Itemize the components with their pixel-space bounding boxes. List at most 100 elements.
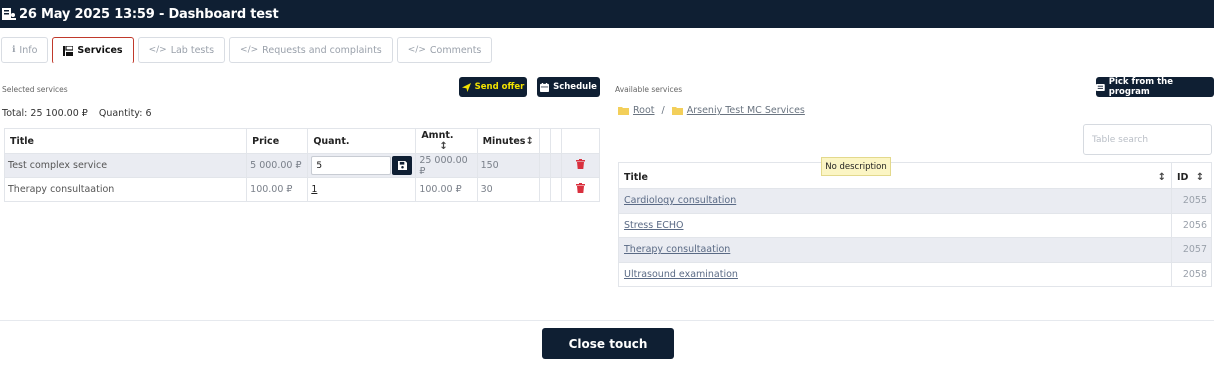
delete-cell [560,153,601,178]
send-offer-button[interactable]: Send offer [459,77,527,97]
service-link[interactable]: Cardiology consultation [624,195,736,206]
list-box-icon [1096,83,1105,91]
service-title-cell: Stress ECHO [618,212,1172,238]
quantity-cell: 1 [307,177,417,202]
sort-icon[interactable]: ↕ [1196,172,1204,183]
sort-icon[interactable]: ↕ [525,136,533,147]
quantity-editor [311,156,413,175]
page-title: 26 May 2025 13:59 - Dashboard test [19,6,279,22]
footer-divider [0,320,1214,321]
schedule-label: Schedule [553,82,597,92]
folder-icon [671,107,683,115]
empty-cell [538,177,551,202]
schedule-button[interactable]: Schedule [537,77,600,97]
code-icon: </> [148,45,167,55]
available-services-table: Title ↕ ID ↕ Cardiology consultation 205… [618,162,1212,287]
quantity-value[interactable]: 1 [311,184,317,195]
tab-label: Info [19,44,38,56]
breadcrumb-current[interactable]: Arseniy Test MC Services [687,105,805,116]
table-row: Test complex service 5 000.00 ₽ 25 000.0… [3,153,601,178]
trash-icon[interactable] [575,183,585,193]
tab-comments[interactable]: </> Comments [396,37,493,63]
send-icon [461,82,471,92]
service-id: 2057 [1171,237,1212,263]
code-icon: </> [240,45,259,55]
column-header-title-label: Title [624,172,648,183]
tab-bar: ℹ Info Services </> Lab tests </> Reques… [1,37,493,64]
trash-icon[interactable] [575,159,585,169]
service-link[interactable]: Therapy consultaation [624,244,730,255]
column-header-empty [538,128,551,154]
tab-requests-and-complaints[interactable]: </> Requests and complaints [229,37,393,63]
service-link[interactable]: Stress ECHO [624,220,683,231]
column-header-amnt[interactable]: Amnt. ↕ [415,128,478,154]
table-search-input[interactable] [1083,124,1212,155]
breadcrumb-root[interactable]: Root [633,105,655,116]
column-header-id-label: ID [1177,172,1189,183]
tab-lab-tests[interactable]: </> Lab tests [137,37,226,63]
tab-label: Comments [429,44,482,56]
user-card-icon [2,8,16,20]
table-row[interactable]: Ultrasound examination 2058 [618,261,1212,287]
selected-totals: Total: 25 100.00 ₽ Quantity: 6 [2,108,152,119]
sort-icon[interactable]: ↕ [1158,172,1166,183]
column-header-title[interactable]: Title [3,128,248,154]
column-header-price[interactable]: Price [246,128,309,154]
service-amount: 25 000.00 ₽ [415,153,478,178]
code-icon: </> [407,45,426,55]
column-header-id[interactable]: ID ↕ [1171,162,1212,189]
service-minutes: 150 [476,153,540,178]
breadcrumb-separator: / [661,105,665,116]
table-row[interactable]: Therapy consultaation 2057 [618,237,1212,263]
breadcrumb: Root / Arseniy Test MC Services [618,105,805,116]
service-title: Therapy consultaation [3,177,248,202]
tab-label: Lab tests [170,44,215,56]
table-row[interactable]: Stress ECHO 2056 [618,212,1212,238]
service-price: 5 000.00 ₽ [246,153,309,178]
column-header-empty [549,128,562,154]
column-header-actions [560,128,601,154]
tab-services[interactable]: Services [52,37,134,64]
quantity-input[interactable] [311,156,392,175]
empty-cell [549,153,562,178]
tab-info[interactable]: ℹ Info [1,37,49,63]
table-header-row: Title ↕ ID ↕ [618,162,1212,189]
pick-from-program-label: Pick from the program [1108,77,1173,97]
delete-cell [560,177,601,202]
empty-cell [549,177,562,202]
sort-icon[interactable]: ↕ [439,141,447,152]
service-amount: 100.00 ₽ [415,177,478,202]
layout-icon [63,45,74,56]
send-offer-label: Send offer [474,82,525,92]
tab-label: Requests and complaints [262,44,382,56]
column-header-minutes[interactable]: Minutes↕ [476,128,540,154]
info-icon: ℹ [12,45,16,55]
pick-from-program-button[interactable]: Pick from the program [1096,77,1214,97]
service-id: 2055 [1171,188,1212,214]
service-title-cell: Cardiology consultation [618,188,1172,214]
service-title: Test complex service [3,153,248,178]
tab-label: Services [77,45,123,56]
save-quantity-button[interactable] [392,156,413,175]
calendar-icon [540,82,550,92]
column-header-quant[interactable]: Quant. [307,128,417,154]
total-amount: Total: 25 100.00 ₽ [2,108,88,119]
available-services-label: Available services [615,85,683,94]
service-title-cell: Therapy consultaation [618,237,1172,263]
folder-icon [618,107,629,115]
service-id: 2058 [1171,261,1212,287]
close-touch-button[interactable]: Close touch [542,328,674,359]
column-header-amnt-label: Amnt. [421,130,454,141]
empty-cell [538,153,551,178]
table-row: Therapy consultaation 100.00 ₽ 1 100.00 … [3,177,601,202]
save-icon [397,161,407,170]
column-header-title[interactable]: Title ↕ [618,162,1172,189]
selected-services-table: Title Price Quant. Amnt. ↕ Minutes↕ Test… [3,128,601,202]
service-minutes: 30 [476,177,540,202]
quantity-cell [307,153,417,178]
service-id: 2056 [1171,212,1212,238]
service-price: 100.00 ₽ [246,177,309,202]
table-row[interactable]: Cardiology consultation 2055 [618,188,1212,214]
tooltip: No description [821,157,891,176]
service-link[interactable]: Ultrasound examination [624,269,738,280]
